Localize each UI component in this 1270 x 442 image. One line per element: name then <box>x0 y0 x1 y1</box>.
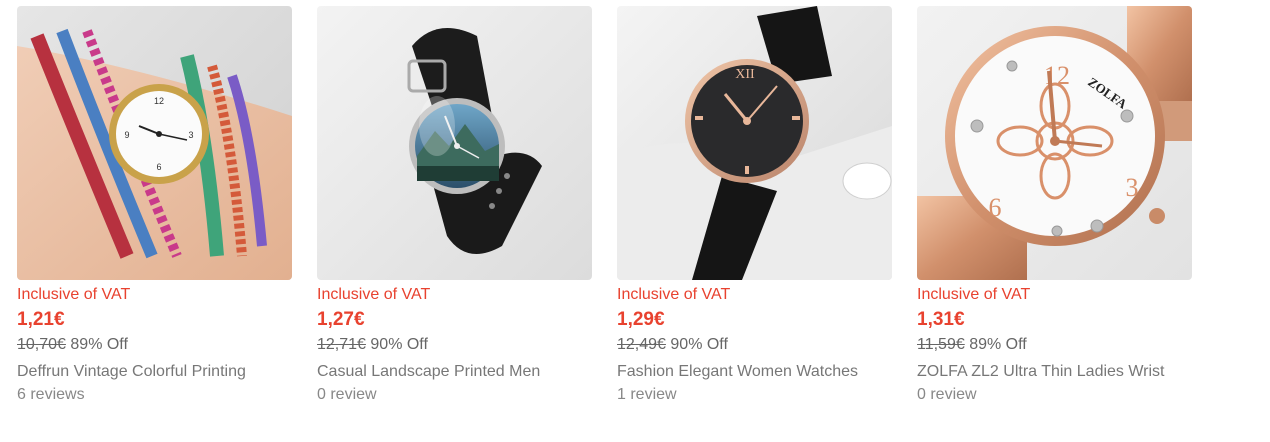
svg-text:3: 3 <box>188 130 193 140</box>
product-title[interactable]: Casual Landscape Printed Men <box>317 363 592 381</box>
product-image[interactable]: XII <box>617 6 892 280</box>
price-comparison: 10,70€ 89% Off <box>17 336 292 354</box>
product-image[interactable]: 12 3 6 9 <box>17 6 292 280</box>
black-leather-watch-icon: XII <box>617 6 892 280</box>
svg-text:6: 6 <box>989 193 1002 222</box>
product-image[interactable] <box>317 6 592 280</box>
svg-text:6: 6 <box>156 162 161 172</box>
svg-text:3: 3 <box>1126 173 1139 202</box>
product-card[interactable]: 12 3 6 9 Inclusive of VAT 1,21€ 10,70€ 89% … <box>17 6 292 404</box>
product-card[interactable]: Inclusive of VAT 1,27€ 12,71€ 90% Off Ca… <box>317 6 592 404</box>
sale-price: 1,31€ <box>917 309 965 330</box>
bracelet-watch-icon: 12 3 6 9 <box>17 6 292 280</box>
review-count[interactable]: 6 reviews <box>17 386 292 404</box>
product-title[interactable]: ZOLFA ZL2 Ultra Thin Ladies Wrist <box>917 363 1192 381</box>
review-count[interactable]: 0 review <box>317 386 592 404</box>
price-comparison: 12,49€ 90% Off <box>617 336 892 354</box>
rose-gold-watch-icon: 1236 ZOLFA <box>917 6 1192 280</box>
svg-text:9: 9 <box>124 130 129 140</box>
sale-price: 1,27€ <box>317 309 365 330</box>
vat-label: Inclusive of VAT <box>617 286 731 303</box>
product-title[interactable]: Deffrun Vintage Colorful Printing <box>17 363 292 381</box>
original-price: 12,71€ <box>317 336 366 353</box>
original-price: 10,70€ <box>17 336 66 353</box>
product-title[interactable]: Fashion Elegant Women Watches <box>617 363 892 381</box>
svg-text:12: 12 <box>154 96 164 106</box>
review-count[interactable]: 0 review <box>917 386 1192 404</box>
sale-price: 1,29€ <box>617 309 665 330</box>
review-count[interactable]: 1 review <box>617 386 892 404</box>
product-card[interactable]: 12 3 6 ZOLFA Inclusive of VAT 1,31€ 11,5… <box>917 6 1192 404</box>
price-comparison: 12,71€ 90% Off <box>317 336 592 354</box>
discount-badge: 89% Off <box>969 336 1027 353</box>
product-grid: 12 3 6 9 Inclusive of VAT 1,21€ 10,70€ 89% … <box>0 0 1270 442</box>
discount-badge: 90% Off <box>670 336 728 353</box>
original-price: 11,59€ <box>917 336 965 353</box>
vat-label: Inclusive of VAT <box>917 286 1031 303</box>
product-card[interactable]: XII Inclusive of VAT 1,29€ 12,49€ 90% Of… <box>617 6 892 404</box>
vat-label: Inclusive of VAT <box>317 286 431 303</box>
sale-price: 1,21€ <box>17 309 65 330</box>
landscape-watch-icon <box>317 6 592 280</box>
svg-text:XII: XII <box>735 67 755 82</box>
product-image[interactable]: 12 3 6 ZOLFA <box>917 6 1192 280</box>
vat-label: Inclusive of VAT <box>17 286 131 303</box>
price-comparison: 11,59€ 89% Off <box>917 336 1192 354</box>
discount-badge: 90% Off <box>370 336 428 353</box>
discount-badge: 89% Off <box>70 336 128 353</box>
original-price: 12,49€ <box>617 336 666 353</box>
